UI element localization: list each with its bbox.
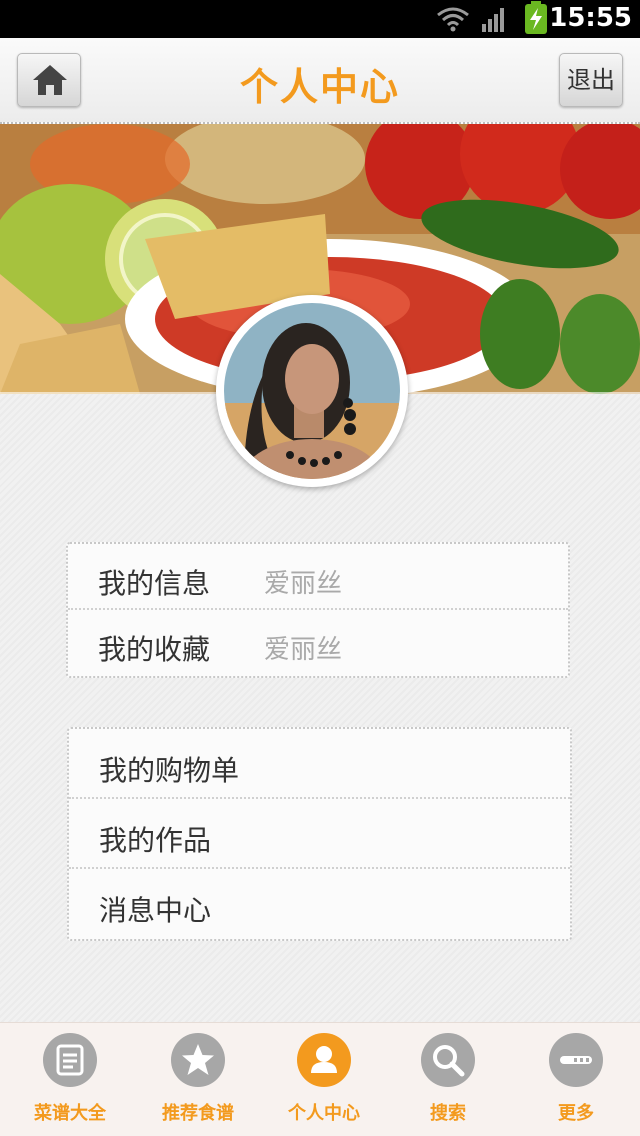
- message-center-label: 消息中心: [99, 894, 212, 927]
- my-favorites-label: 我的收藏: [98, 633, 211, 666]
- screen: 15:55 个人中心 退出 我的信息 爱丽丝 我的收藏 爱丽丝 我的购物单 我的…: [0, 0, 640, 1136]
- my-info-label: 我的信息: [98, 567, 211, 600]
- my-info-value: 爱丽丝: [264, 569, 343, 599]
- bottom-tab-bar: 菜谱大全 推荐食谱 个人中心 搜索 更多: [0, 1022, 640, 1136]
- my-favorites-row[interactable]: 我的收藏 爱丽丝: [68, 610, 568, 676]
- page-title: 个人中心: [239, 65, 400, 109]
- menu-group: 我的购物单 我的作品 消息中心: [67, 727, 572, 941]
- status-bar: 15:55: [0, 0, 640, 38]
- star-icon: [171, 1033, 225, 1087]
- status-time: 15:55: [549, 3, 632, 33]
- my-info-row[interactable]: 我的信息 爱丽丝: [68, 544, 568, 610]
- shopping-list-row[interactable]: 我的购物单: [69, 729, 570, 799]
- tab-search-label: 搜索: [430, 1103, 466, 1124]
- tab-more[interactable]: 更多: [512, 1023, 640, 1136]
- tab-recommended[interactable]: 推荐食谱: [134, 1023, 262, 1136]
- signal-icon: [482, 8, 504, 32]
- wifi-icon: [437, 7, 469, 32]
- tab-recommended-label: 推荐食谱: [162, 1103, 234, 1124]
- my-favorites-value: 爱丽丝: [264, 635, 343, 665]
- book-icon: [43, 1033, 97, 1087]
- tab-profile[interactable]: 个人中心: [260, 1023, 388, 1136]
- exit-button[interactable]: 退出: [559, 53, 623, 107]
- user-icon: [297, 1033, 351, 1087]
- more-icon: [549, 1033, 603, 1087]
- tab-more-label: 更多: [558, 1103, 594, 1124]
- my-works-row[interactable]: 我的作品: [69, 799, 570, 869]
- search-icon: [421, 1033, 475, 1087]
- my-works-label: 我的作品: [99, 824, 212, 857]
- battery-icon: [525, 1, 547, 34]
- tab-search[interactable]: 搜索: [384, 1023, 512, 1136]
- header-bar: 个人中心 退出: [0, 38, 640, 124]
- tab-profile-label: 个人中心: [288, 1103, 360, 1124]
- avatar[interactable]: [216, 295, 408, 487]
- shopping-list-label: 我的购物单: [99, 754, 240, 787]
- tab-recipes[interactable]: 菜谱大全: [6, 1023, 134, 1136]
- message-center-row[interactable]: 消息中心: [69, 869, 570, 939]
- tab-recipes-label: 菜谱大全: [34, 1103, 106, 1124]
- profile-group: 我的信息 爱丽丝 我的收藏 爱丽丝: [66, 542, 570, 678]
